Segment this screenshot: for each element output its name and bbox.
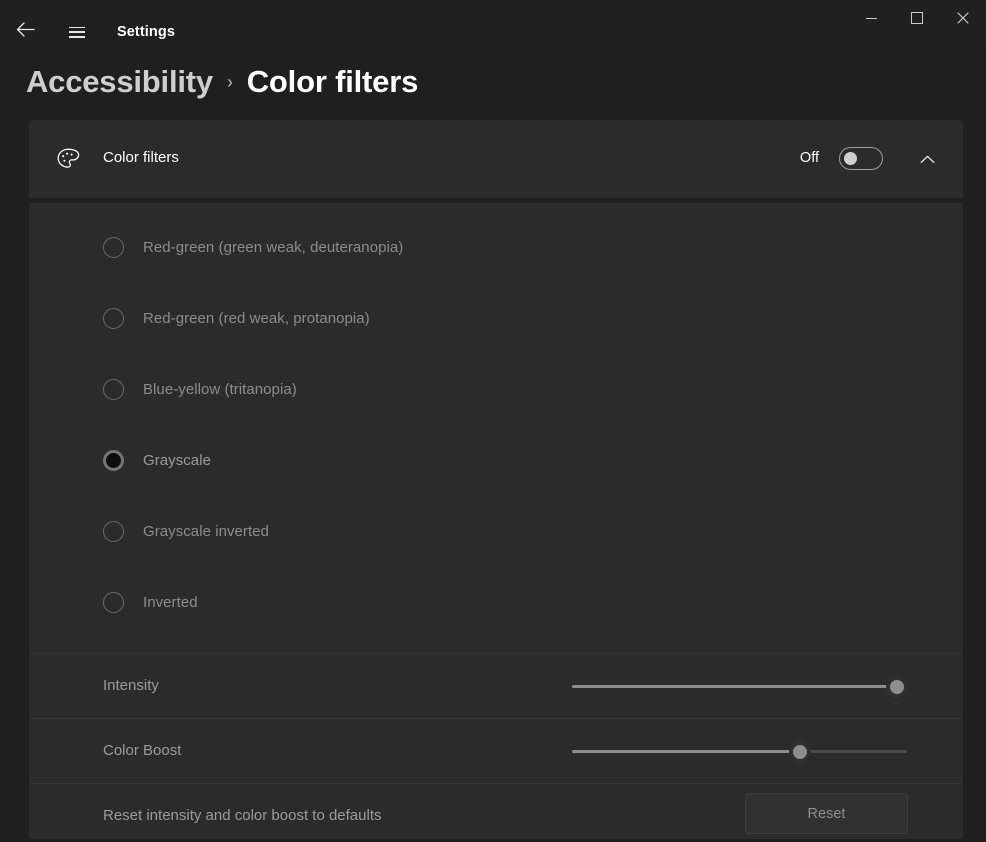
radio-indicator [103, 237, 124, 258]
back-button[interactable] [8, 16, 42, 48]
color-filters-title: Color filters [103, 149, 179, 166]
minimize-icon [866, 18, 877, 19]
reset-row: Reset intensity and color boost to defau… [29, 784, 963, 842]
title-bar: Settings [0, 0, 986, 48]
color-filters-expanded-panel: Red-green (green weak, deuteranopia) Red… [29, 203, 963, 839]
chevron-up-icon [920, 155, 935, 164]
color-boost-label: Color Boost [103, 742, 181, 759]
radio-option-label: Grayscale inverted [143, 523, 269, 540]
radio-indicator [103, 521, 124, 542]
color-filters-header-card[interactable]: Color filters Off [29, 120, 963, 198]
radio-option-label: Inverted [143, 594, 198, 611]
radio-indicator [103, 308, 124, 329]
slider-fill [572, 685, 897, 688]
radio-option-label: Blue-yellow (tritanopia) [143, 381, 297, 398]
reset-description: Reset intensity and color boost to defau… [103, 807, 382, 824]
app-title: Settings [117, 24, 175, 40]
page-title: Color filters [247, 64, 418, 100]
back-arrow-icon [16, 22, 35, 42]
toggle-knob [844, 152, 857, 165]
intensity-label: Intensity [103, 677, 159, 694]
color-boost-slider-row: Color Boost [29, 719, 963, 783]
intensity-slider-row: Intensity [29, 654, 963, 718]
radio-indicator [103, 379, 124, 400]
color-filters-toggle[interactable] [839, 147, 883, 170]
color-boost-slider[interactable] [572, 743, 907, 761]
breadcrumb: Accessibility › Color filters [26, 64, 418, 100]
breadcrumb-separator-icon: › [227, 72, 233, 93]
radio-option-label: Red-green (green weak, deuteranopia) [143, 239, 403, 256]
radio-option-label: Red-green (red weak, protanopia) [143, 310, 370, 327]
radio-option-deuteranopia[interactable]: Red-green (green weak, deuteranopia) [103, 232, 403, 262]
radio-option-grayscale[interactable]: Grayscale [103, 445, 211, 475]
radio-indicator [103, 592, 124, 613]
radio-option-tritanopia[interactable]: Blue-yellow (tritanopia) [103, 374, 297, 404]
slider-thumb[interactable] [886, 676, 908, 698]
color-palette-icon [51, 142, 85, 176]
close-icon [957, 12, 969, 24]
settings-window: Settings Accessibility › Color filters [0, 0, 986, 839]
intensity-slider[interactable] [572, 678, 897, 696]
minimize-button[interactable] [848, 0, 894, 36]
close-button[interactable] [940, 0, 986, 36]
maximize-icon [911, 12, 923, 24]
radio-option-protanopia[interactable]: Red-green (red weak, protanopia) [103, 303, 370, 333]
filter-options-radio-group: Red-green (green weak, deuteranopia) Red… [29, 203, 963, 647]
reset-button[interactable]: Reset [745, 793, 908, 834]
breadcrumb-parent-link[interactable]: Accessibility [26, 64, 213, 100]
radio-option-grayscale-inverted[interactable]: Grayscale inverted [103, 516, 269, 546]
slider-fill [572, 750, 800, 753]
radio-option-label: Grayscale [143, 452, 211, 469]
navigation-menu-button[interactable] [60, 16, 94, 48]
expand-collapse-button[interactable] [911, 146, 943, 172]
maximize-button[interactable] [894, 0, 940, 36]
radio-option-inverted[interactable]: Inverted [103, 587, 198, 617]
radio-indicator-selected [103, 450, 124, 471]
slider-thumb[interactable] [789, 741, 811, 763]
window-controls [848, 0, 986, 36]
hamburger-menu-icon [69, 27, 85, 38]
color-filters-toggle-state: Off [800, 150, 819, 166]
